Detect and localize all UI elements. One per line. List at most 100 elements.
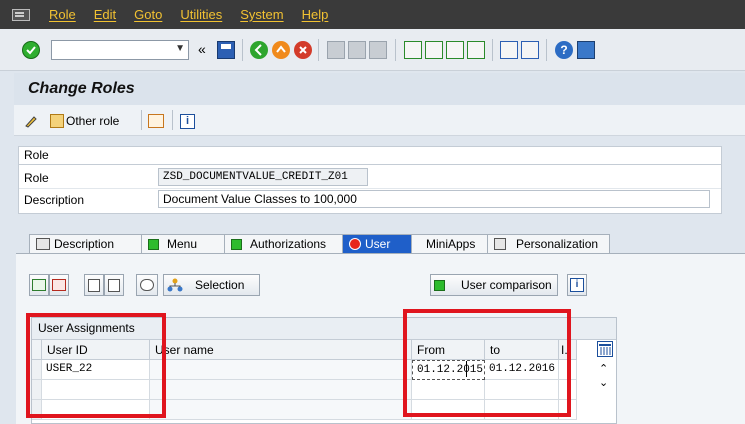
tab-strip: Description Menu Authorizations User Min… (29, 234, 610, 253)
toolbar-separator (492, 39, 493, 61)
status-green-icon (148, 238, 159, 250)
status-green-icon (231, 238, 242, 250)
column-user-name[interactable]: User name (150, 340, 412, 360)
delete-row-button[interactable] (49, 274, 69, 296)
user-comparison-label: User comparison (461, 278, 552, 292)
delete-row-icon (52, 279, 66, 291)
user-name-cell (150, 380, 412, 400)
tab-description[interactable]: Description (29, 234, 142, 253)
tab-authorizations[interactable]: Authorizations (224, 234, 343, 253)
selection-button[interactable]: Selection (163, 274, 260, 296)
shortcut-icon[interactable] (521, 41, 539, 59)
org-structure-icon (167, 278, 183, 292)
user-comparison-button[interactable]: User comparison (430, 274, 558, 296)
exit-icon[interactable] (272, 41, 290, 59)
select-all-icon (88, 278, 100, 292)
deselect-all-button[interactable] (104, 274, 124, 296)
insert-row-button[interactable] (29, 274, 49, 296)
tab-miniapps[interactable]: MiniApps (411, 234, 488, 253)
customize-layout-icon[interactable] (577, 41, 595, 59)
toolbar-separator (546, 39, 547, 61)
role-group-title: Role (19, 147, 721, 165)
toolbar-separator (395, 39, 396, 61)
menu-role[interactable]: Role (49, 7, 76, 22)
tab-user[interactable]: User (342, 234, 412, 253)
selection-label: Selection (195, 278, 245, 292)
transport-button[interactable] (148, 112, 164, 130)
create-session-icon[interactable] (500, 41, 518, 59)
menu-help[interactable]: Help (302, 7, 329, 22)
other-object-icon (50, 114, 64, 128)
highlight-box-user-id (26, 313, 166, 418)
last-page-icon[interactable] (467, 41, 485, 59)
insert-row-icon (32, 279, 46, 291)
enter-check-icon[interactable] (22, 41, 40, 59)
toolbar-separator (172, 110, 173, 130)
tab-user-label: User (365, 237, 391, 251)
title-bar: Change Roles (14, 73, 745, 105)
tab-personalization-label: Personalization (516, 237, 599, 251)
display-change-button[interactable] (24, 112, 40, 130)
text-cursor (466, 361, 467, 377)
scroll-down-icon[interactable]: ⌄ (599, 376, 608, 389)
tab-authorizations-label: Authorizations (250, 237, 327, 251)
description-tab-icon (36, 238, 50, 250)
menu-edit[interactable]: Edit (94, 7, 116, 22)
role-field: ZSD_DOCUMENTVALUE_CREDIT_Z01 (158, 168, 368, 186)
description-label: Description (24, 193, 85, 207)
other-role-button[interactable]: Other role (50, 112, 119, 130)
back-icon[interactable] (250, 41, 268, 59)
deselect-all-icon (108, 278, 120, 292)
print-icon (327, 41, 345, 59)
personalization-tab-icon (494, 238, 506, 250)
information-button[interactable]: i (180, 112, 195, 130)
help-icon[interactable]: ? (555, 41, 573, 59)
menu-bar: Role Edit Goto Utilities System Help (0, 0, 745, 29)
toolbar-separator (318, 39, 319, 61)
first-page-icon[interactable] (404, 41, 422, 59)
toolbar-separator (242, 39, 243, 61)
highlight-box-dates (403, 309, 571, 417)
menu-utilities[interactable]: Utilities (180, 7, 222, 22)
nav-collapse-icon[interactable]: « (198, 41, 206, 57)
info-icon: i (570, 278, 584, 292)
tab-description-label: Description (54, 237, 115, 251)
application-toolbar: Other role i (14, 105, 745, 136)
next-page-icon[interactable] (446, 41, 464, 59)
tab-personalization[interactable]: Personalization (487, 234, 610, 253)
toolbar-separator (141, 110, 142, 130)
menu-system[interactable]: System (240, 7, 283, 22)
cancel-icon[interactable] (294, 41, 312, 59)
role-group: Role Role ZSD_DOCUMENTVALUE_CREDIT_Z01 D… (18, 146, 722, 214)
command-field[interactable]: ▼ (51, 40, 189, 60)
save-icon[interactable] (217, 41, 235, 59)
glasses-icon (140, 279, 154, 291)
user-name-cell (150, 360, 412, 380)
scroll-up-icon[interactable]: ⌃ (599, 362, 608, 375)
select-all-button[interactable] (84, 274, 104, 296)
other-role-label: Other role (66, 114, 120, 128)
transport-icon (148, 114, 164, 128)
column-settings-icon[interactable] (597, 341, 613, 357)
user-name-cell (150, 400, 412, 420)
tab-menu[interactable]: Menu (141, 234, 225, 253)
pencil-glasses-icon (24, 114, 40, 128)
previous-page-icon[interactable] (425, 41, 443, 59)
status-green-icon (434, 279, 445, 291)
info-icon: i (180, 113, 195, 129)
status-red-icon (349, 238, 361, 250)
page-title: Change Roles (28, 80, 135, 97)
role-label: Role (24, 171, 49, 185)
chevron-down-icon[interactable]: ▼ (175, 43, 185, 54)
info-button[interactable]: i (567, 274, 587, 296)
tab-menu-label: Menu (167, 237, 198, 251)
menu-goto[interactable]: Goto (134, 7, 162, 22)
tab-miniapps-label: MiniApps (426, 237, 476, 251)
row-separator (19, 188, 721, 189)
description-field[interactable]: Document Value Classes to 100,000 (158, 190, 710, 208)
window-menu-icon[interactable] (12, 8, 30, 21)
user-detail-button[interactable] (136, 274, 158, 296)
find-next-icon (369, 41, 387, 59)
find-icon (348, 41, 366, 59)
standard-toolbar: ▼ « ? (0, 29, 745, 71)
